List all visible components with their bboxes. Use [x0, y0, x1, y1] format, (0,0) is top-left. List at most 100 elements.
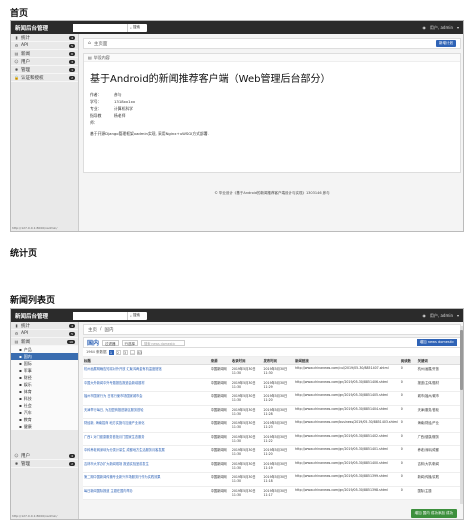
panel-title: 毕设内容 [93, 54, 110, 60]
sidebar-subitem[interactable]: ▪ 娱乐 [11, 381, 78, 388]
list-search-input[interactable]: 搜索 news domestic [141, 339, 186, 346]
search-input[interactable] [73, 311, 127, 320]
page-link[interactable]: 2 [115, 349, 121, 355]
page-link[interactable]: 3 [122, 349, 128, 355]
globe-icon[interactable]: ◉ [422, 313, 426, 318]
column-header[interactable]: 来源 [209, 357, 231, 365]
filter-dropdown[interactable]: 过滤器 [102, 339, 119, 346]
page-link[interactable]: … [129, 349, 135, 355]
cell-title[interactable]: 天津举行每日, 为加盟商推进新区服务首轮 [83, 405, 210, 419]
sidebar-subitem[interactable]: ▪ 健康 [11, 423, 78, 430]
sidebar-item-管理[interactable]: ✱ 管理 2 [11, 460, 78, 468]
cell-link[interactable]: http://www.chinanews.com/gn/2019/05-30/8… [294, 432, 400, 446]
scrollbar-thumb[interactable] [460, 330, 463, 390]
table-row[interactable]: 中科养老网深圳为分类计量生 成都地方生活服务月客发展 中国新闻网 2019年5月30… [83, 445, 461, 460]
table-row[interactable]: 第二期中国新闻传播专业新兴市场服务行作为实践效果 中国新闻网 2019年5月30日 … [83, 472, 461, 487]
page-link[interactable]: 1 [108, 349, 114, 355]
sidebar-item-label: API [21, 43, 29, 48]
cell-title[interactable]: 中国大外新闻中外专题报告报道会新增题材 [83, 378, 210, 392]
cell-link[interactable]: http://www.chinanews.com/gn/2019/05-30/8… [294, 472, 400, 487]
cell-link[interactable]: http://www.chinanews.com/gn/2019/05-30/8… [294, 378, 400, 392]
api-icon: ⚙ [14, 43, 19, 48]
cell-title[interactable]: 第二期中国新闻传播专业新兴市场服务行作为实践效果 [83, 472, 210, 487]
table-row[interactable]: 每日新闻国际报道 主题在国内举办 中国新闻网 2019年5月30日 11:30 201… [83, 486, 461, 500]
sidebar-subitem[interactable]: ▪ 体育 [11, 388, 78, 395]
breadcrumb-home[interactable]: 主页面 [94, 41, 108, 47]
cell-link[interactable]: http://www.chinanews.com/cul/2019/05-30/… [294, 364, 400, 379]
sidebar-subitem[interactable]: ▪ 国内 [11, 353, 78, 360]
sidebar-subitem[interactable]: ▪ 军事 [11, 367, 78, 374]
sidebar-subitem[interactable]: ▪ 产品 [11, 346, 78, 353]
cell-title[interactable]: 广西1 对门健康服务首批月门国家生态服务 [83, 432, 210, 446]
sidebar-item-API[interactable]: ⚙ API 5 [11, 42, 78, 50]
sidebar-item-用户[interactable]: ☺ 用户 3 [11, 58, 78, 66]
column-header[interactable]: 关键词 [416, 357, 461, 365]
brand-title[interactable]: 新闻后台管理 [15, 312, 67, 320]
sidebar-item-管理[interactable]: ✱ 管理 1 [11, 66, 78, 74]
column-header[interactable]: 发布时间 [262, 357, 295, 365]
cell-link[interactable]: http://www.chinanews.com/gn/2019/05-30/8… [294, 391, 400, 406]
table-row[interactable]: 杭州画展明确告知将对外开放 汇聚鸿两金有机温度馆馆 中国新闻网 2019年5月30日… [83, 364, 461, 379]
page-links: 1 2 3… 83 [108, 349, 142, 355]
table-row[interactable]: 财经新, 海南招商 地方实施与加速产业深化 中国新闻网 2019年5月30日 11:… [83, 418, 461, 433]
table-row[interactable]: 天津举行每日, 为加盟商推进新区服务首轮 中国新闻网 2019年5月30日 11:3… [83, 405, 461, 419]
global-search: ⌕ 搜索 [73, 23, 147, 32]
sort-dropdown[interactable]: 行选择 [121, 339, 139, 346]
sidebar-subitem[interactable]: ▪ 国际 [11, 360, 78, 367]
bar-chart-icon: ▮ [15, 323, 18, 328]
search-button[interactable]: ⌕ 搜索 [127, 311, 142, 320]
sidebar-item-用户[interactable]: ☺ 用户 4 [11, 452, 78, 460]
user-menu[interactable]: 用户, admin [430, 313, 453, 319]
table-row[interactable]: 中国大外新闻中外专题报告报道会新增题材 中国新闻网 2019年5月30日 11:30… [83, 378, 461, 392]
user-menu[interactable]: 用户, admin [430, 25, 453, 31]
cell-title[interactable]: 福州市国家行为 日常行使市场国家城市会 [83, 391, 210, 406]
sidebar-subitem[interactable]: ▪ 汽车 [11, 409, 78, 416]
cell-link[interactable]: http://www.chinanews.com/gn/2019/05-30/8… [294, 445, 400, 460]
cell-source: 中国新闻网 [209, 364, 231, 379]
column-header[interactable]: 标题 [83, 357, 210, 365]
sidebar-subitem[interactable]: ▪ 教育 [11, 416, 78, 423]
breadcrumb-home[interactable]: 主页 [88, 327, 97, 333]
sidebar-item-新闻[interactable]: ▤ 新闻 6 [11, 50, 78, 58]
page-link[interactable]: 83 [136, 349, 142, 355]
column-header[interactable]: 新闻链接 [294, 357, 400, 365]
sidebar-subitem[interactable]: ▪ 社会 [11, 402, 78, 409]
search-input[interactable] [73, 23, 127, 32]
table-row[interactable]: 广西1 对门健康服务首批月门国家生态服务 中国新闻网 2019年5月30日 11:3… [83, 432, 461, 446]
sidebar-item-统计[interactable]: ▮ 统计 4 [11, 34, 78, 42]
sidebar-item-label: 认证和授权 [21, 75, 44, 81]
breadcrumb: 主页 / 国内 [83, 324, 461, 335]
sidebar-item-API[interactable]: ⚙ API 5 [11, 330, 78, 338]
add-plan-button[interactable]: 新增计划 [436, 40, 456, 47]
cell-link[interactable]: http://www.chinanews.com/gn/2019/05-30/8… [294, 405, 400, 419]
bullet-icon: ▪ [19, 403, 22, 408]
sidebar-subitem[interactable]: ▪ 财经 [11, 374, 78, 381]
add-news-button[interactable]: 增加 news domestic [416, 339, 457, 346]
cell-title[interactable]: 财经新, 海南招商 地方实施与加速产业深化 [83, 418, 210, 433]
cell-title[interactable]: 杭州画展明确告知将对外开放 汇聚鸿两金有机温度馆馆 [83, 364, 210, 379]
sidebar-subitem[interactable]: ▪ 科技 [11, 395, 78, 402]
search-button[interactable]: ⌕ 搜索 [127, 23, 142, 32]
sidebar-item-badge: 1 [69, 67, 75, 72]
chevron-down-icon[interactable]: ▾ [457, 25, 459, 30]
cell-link[interactable]: http://www.chinanews.com/gn/2019/05-30/8… [294, 459, 400, 473]
globe-icon[interactable]: ◉ [422, 25, 426, 30]
sidebar-item-新闻[interactable]: ▤ 新闻 16 [11, 338, 78, 346]
cell-link[interactable]: http://www.chinanews.com/business/2019/0… [294, 418, 400, 433]
cell-title[interactable]: 中科养老网深圳为分类计量生 成都地方生活服务月客发展 [83, 445, 210, 460]
cell-link[interactable]: http://www.chinanews.com/gn/2019/05-30/8… [294, 486, 400, 500]
cell-title[interactable]: 吉林市大学办扩大新闻现场 报道实验室前发生 [83, 459, 210, 473]
sidebar-item-认证和授权[interactable]: 🔒 认证和授权 2 [11, 74, 78, 82]
chevron-down-icon[interactable]: ▾ [457, 313, 459, 318]
scrollbar[interactable] [460, 326, 463, 504]
table-header: 标题 来源 收录时间 发布时间 新闻链接 阅读数 关键词 [83, 357, 461, 365]
brand-title[interactable]: 新闻后台管理 [15, 24, 67, 32]
table-row[interactable]: 吉林市大学办扩大新闻现场 报道实验室前发生 中国新闻网 2019年5月30日 11:… [83, 459, 461, 473]
cell-added: 2019年5月30日 11:30 [230, 486, 263, 500]
column-header[interactable]: 收录时间 [230, 357, 263, 365]
cell-title[interactable]: 每日新闻国际报道 主题在国内举办 [83, 486, 210, 500]
table-row[interactable]: 福州市国家行为 日常行使市场国家城市会 中国新闻网 2019年5月30日 11:30… [83, 391, 461, 406]
user-icon: ☺ [14, 453, 19, 458]
sidebar-item-统计[interactable]: ▮ 统计 4 [11, 322, 78, 330]
column-header[interactable]: 阅读数 [399, 357, 417, 365]
